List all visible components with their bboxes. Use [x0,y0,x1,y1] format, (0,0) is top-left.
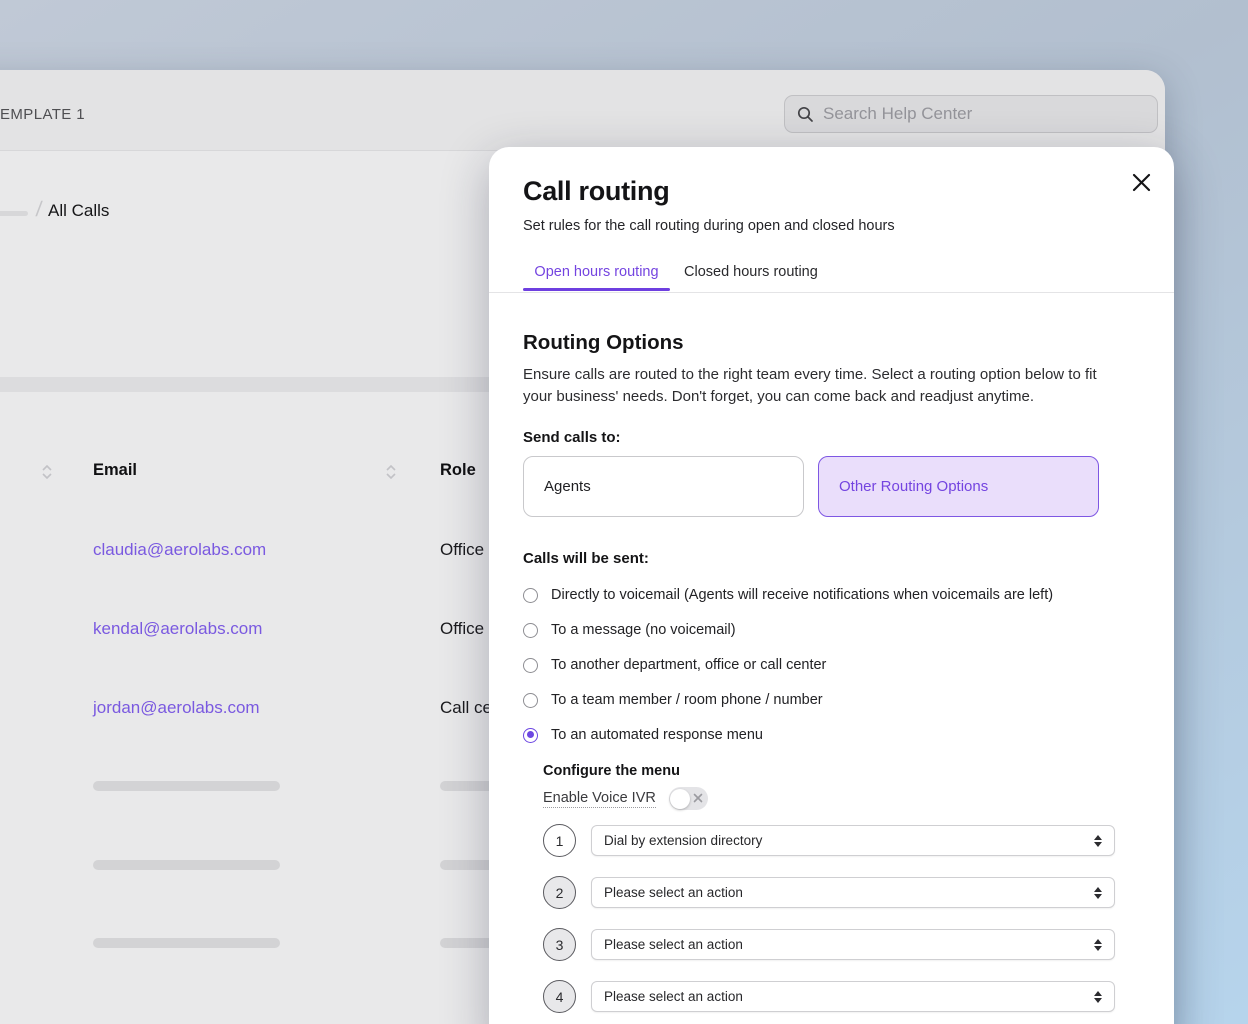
routing-options-description: Ensure calls are routed to the right tea… [523,364,1101,407]
breadcrumb-current[interactable]: All Calls [48,201,109,221]
role-cell: Office [440,619,484,639]
column-header-role[interactable]: Role [440,461,476,480]
modal-subtitle: Set rules for the call routing during op… [523,218,895,234]
choice-label: To a message (no voicemail) [551,622,736,638]
choice-department[interactable]: To another department, office or call ce… [523,655,1053,675]
select-value: Please select an action [604,885,743,900]
role-cell: Call ce [440,698,492,718]
skeleton-bar [93,860,280,870]
search-input[interactable] [823,104,1145,124]
email-link[interactable]: claudia@aerolabs.com [93,540,266,560]
radio-icon[interactable] [523,588,538,603]
step-action-select[interactable]: Dial by extension directory [591,825,1115,856]
breadcrumb-skeleton [0,211,28,216]
skeleton-bar [93,938,280,948]
radio-icon[interactable] [523,693,538,708]
choice-label: To another department, office or call ce… [551,657,826,673]
configure-menu-heading: Configure the menu [543,763,680,779]
select-arrows-icon [1094,887,1102,899]
step-action-select[interactable]: Please select an action [591,877,1115,908]
search-icon [797,106,814,123]
menu-step-1: 1 Dial by extension directory [543,824,1143,857]
choice-label: Directly to voicemail (Agents will recei… [551,587,1053,603]
select-value: Dial by extension directory [604,833,762,848]
template-label: EMPLATE 1 [0,106,85,123]
help-center-search[interactable] [784,95,1158,133]
choice-voicemail[interactable]: Directly to voicemail (Agents will recei… [523,585,1053,605]
desktop: EMPLATE 1 / All Calls Email Role [0,0,1248,1024]
radio-icon[interactable] [523,658,538,673]
radio-icon[interactable] [523,623,538,638]
sort-icon[interactable] [41,464,53,480]
choice-automated-menu[interactable]: To an automated response menu [523,725,1053,745]
step-number: 4 [543,980,576,1013]
step-number: 2 [543,876,576,909]
voice-ivr-toggle[interactable] [669,787,708,810]
select-arrows-icon [1094,991,1102,1003]
menu-step-2: 2 Please select an action [543,876,1143,909]
step-number: 1 [543,824,576,857]
step-number: 3 [543,928,576,961]
active-tab-indicator [523,288,670,291]
divider [489,292,1174,293]
routing-options-heading: Routing Options [523,331,684,355]
menu-step-3: 3 Please select an action [543,928,1143,961]
tab-open-hours-routing[interactable]: Open hours routing [523,264,670,280]
calls-sent-choices: Directly to voicemail (Agents will recei… [523,585,1053,745]
tab-closed-hours-routing[interactable]: Closed hours routing [684,264,818,280]
routing-option-agents[interactable]: Agents [523,456,804,517]
role-cell: Office [440,540,484,560]
enable-voice-ivr-label: Enable Voice IVR [543,790,656,808]
choice-message[interactable]: To a message (no voicemail) [523,620,1053,640]
select-arrows-icon [1094,835,1102,847]
routing-option-other[interactable]: Other Routing Options [818,456,1099,517]
choice-label: To an automated response menu [551,727,763,743]
enable-voice-ivr-row: Enable Voice IVR [543,787,708,810]
call-routing-modal: Call routing Set rules for the call rout… [489,147,1174,1024]
step-action-select[interactable]: Please select an action [591,981,1115,1012]
skeleton-bar [93,781,280,791]
close-icon [1132,173,1151,192]
choice-label: To a team member / room phone / number [551,692,823,708]
select-value: Please select an action [604,989,743,1004]
calls-sent-label: Calls will be sent: [523,550,649,567]
select-value: Please select an action [604,937,743,952]
breadcrumb-separator: / [35,198,43,222]
email-link[interactable]: jordan@aerolabs.com [93,698,260,718]
close-button[interactable] [1127,168,1155,196]
send-calls-label: Send calls to: [523,429,621,446]
radio-icon[interactable] [523,728,538,743]
select-arrows-icon [1094,939,1102,951]
sort-icon[interactable] [385,464,397,480]
toggle-knob [670,789,690,809]
modal-title: Call routing [523,176,669,207]
email-link[interactable]: kendal@aerolabs.com [93,619,262,639]
choice-team-member[interactable]: To a team member / room phone / number [523,690,1053,710]
menu-step-4: 4 Please select an action [543,980,1143,1013]
column-header-email[interactable]: Email [93,461,137,480]
toggle-off-icon [693,793,703,803]
step-action-select[interactable]: Please select an action [591,929,1115,960]
